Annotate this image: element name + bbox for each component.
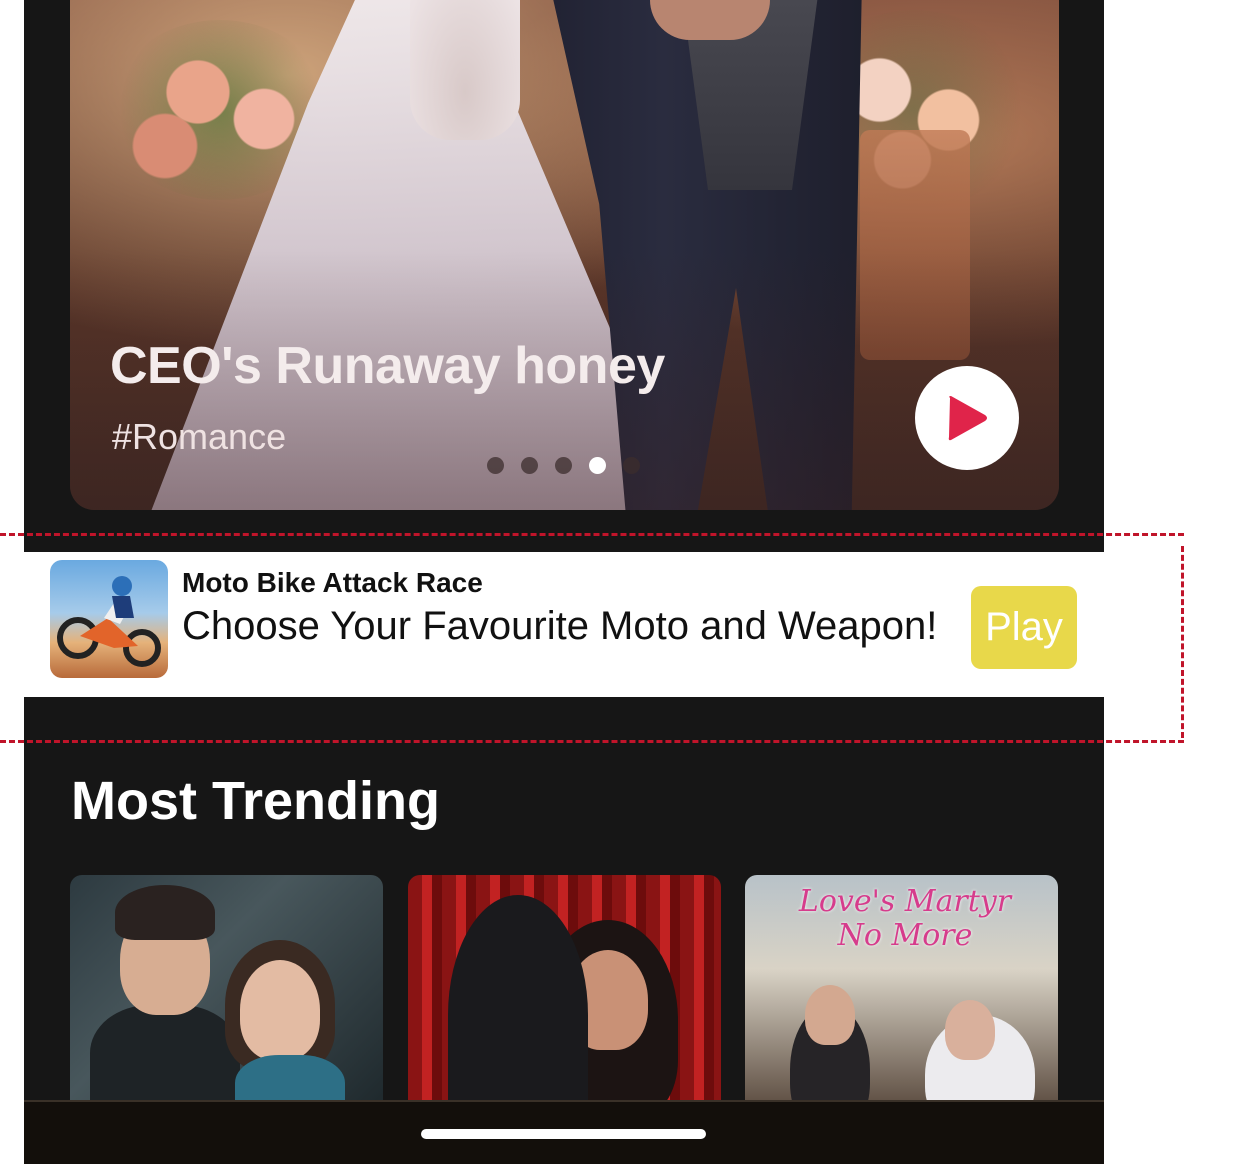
carousel-dot[interactable] [623, 457, 640, 474]
carousel-dot-active[interactable] [589, 457, 606, 474]
hero-title: CEO's Runaway honey [110, 337, 665, 395]
cover-figure [448, 895, 588, 1110]
hero-genre-tag: #Romance [112, 416, 287, 457]
ad-outline-top [0, 533, 1184, 536]
ad-banner[interactable]: Moto Bike Attack Race Choose Your Favour… [24, 552, 1104, 697]
home-indicator[interactable] [421, 1129, 706, 1139]
ad-description: Choose Your Favourite Moto and Weapon! [182, 604, 938, 648]
ad-app-name: Moto Bike Attack Race [182, 567, 483, 598]
cover-title-text: Love's Martyr No More [798, 884, 1012, 953]
cover-figure [90, 1005, 240, 1110]
ad-play-button[interactable]: Play [971, 586, 1077, 669]
play-icon [948, 396, 987, 441]
hero-play-button[interactable] [915, 366, 1019, 470]
trending-card[interactable]: Love's Martyr No More [745, 875, 1058, 1110]
trending-card[interactable] [408, 875, 721, 1110]
carousel-dot[interactable] [555, 457, 572, 474]
ad-outline-right [1181, 546, 1184, 738]
hero-banner[interactable]: CEO's Runaway honey #Romance [70, 0, 1059, 510]
carousel-dots [487, 457, 640, 474]
cover-figure [805, 985, 855, 1045]
trending-card[interactable] [70, 875, 383, 1110]
cover-figure [945, 1000, 995, 1060]
app-screen: CEO's Runaway honey #Romance Moto Bike A… [24, 0, 1104, 1164]
cover-figure [240, 960, 320, 1060]
carousel-dot[interactable] [521, 457, 538, 474]
carousel-dot[interactable] [487, 457, 504, 474]
moto-bike-app-icon [50, 560, 168, 678]
cover-figure [115, 885, 215, 940]
hero-bride-bodice [410, 0, 520, 140]
ad-outline-bottom [0, 740, 1184, 743]
bottom-navigation-area [24, 1100, 1104, 1164]
section-title-most-trending: Most Trending [71, 771, 440, 831]
